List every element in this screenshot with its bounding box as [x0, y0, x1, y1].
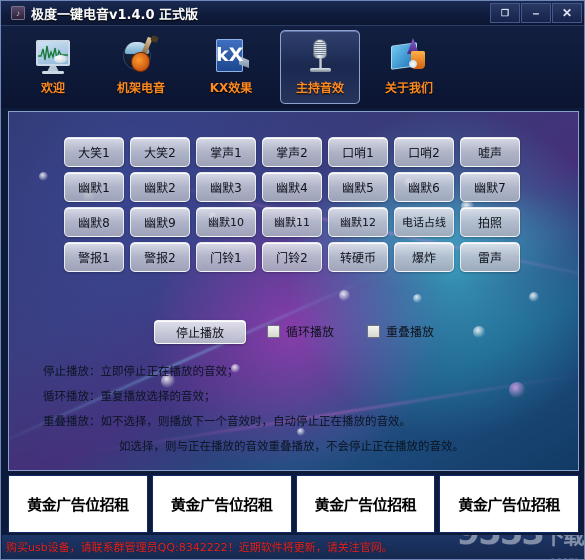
checkbox-box[interactable] — [267, 325, 280, 338]
loop-playback-checkbox[interactable]: 循环播放 — [267, 323, 334, 340]
watermark-label: 下载 — [542, 535, 584, 550]
overlap-playback-label: 重叠播放 — [386, 325, 435, 339]
sound-button[interactable]: 幽默9 — [130, 207, 190, 237]
application-window: ♪ 极度一键电音v1.4.0 正式版 ❐ – ✕ 欢迎 机架电音 kX KX效果… — [0, 0, 585, 560]
kx-icon: kX — [211, 36, 251, 76]
watermark-domain: •com — [549, 556, 579, 559]
sound-button[interactable]: 口哨2 — [394, 137, 454, 167]
sound-button[interactable]: 幽默12 — [328, 207, 388, 237]
ad-slot[interactable]: 黄金广告位招租 — [439, 475, 579, 533]
help-line-loop: 循环播放：重复播放选择的音效； — [43, 389, 216, 403]
ad-slot[interactable]: 黄金广告位招租 — [151, 475, 292, 533]
sound-button[interactable]: 电话占线 — [394, 207, 454, 237]
decorative-bokeh — [39, 172, 48, 181]
watermark: 9553下载 •com — [456, 535, 584, 559]
sound-button-grid: 大笑1 大笑2 掌声1 掌声2 口哨1 口哨2 嘘声 幽默1 幽默2 幽默3 幽… — [64, 137, 524, 272]
help-description: 停止播放：立即停止正在播放的音效； 循环播放：重复播放选择的音效； 重叠播放：如… — [43, 359, 563, 459]
sound-button[interactable]: 大笑1 — [64, 137, 124, 167]
help-line-overlap: 重叠播放：如不选择，则播放下一个音效时，自动停止正在播放的音效。 — [43, 414, 411, 428]
status-bar: 购买usb设备，请联系群管理员QQ:8342222！近期软件将更新，请关注官网。… — [2, 535, 584, 559]
main-toolbar: 欢迎 机架电音 kX KX效果 主持音效 关于我们 — [1, 26, 584, 108]
sound-button[interactable]: 爆炸 — [394, 242, 454, 272]
sound-button[interactable]: 门铃1 — [196, 242, 256, 272]
toolbar-item-host-effects[interactable]: 主持音效 — [280, 30, 360, 104]
toolbar-item-welcome[interactable]: 欢迎 — [13, 30, 93, 104]
sound-button[interactable]: 幽默8 — [64, 207, 124, 237]
watermark-number: 9553 — [456, 535, 545, 553]
sound-button[interactable]: 掌声2 — [262, 137, 322, 167]
sound-button[interactable]: 雷声 — [460, 242, 520, 272]
microphone-icon — [300, 36, 340, 76]
checkbox-box[interactable] — [367, 325, 380, 338]
toolbar-item-label: 主持音效 — [295, 81, 344, 95]
sound-button[interactable]: 大笑2 — [130, 137, 190, 167]
toolbar-item-about[interactable]: 关于我们 — [369, 30, 449, 104]
advertisement-strip: 黄金广告位招租 黄金广告位招租 黄金广告位招租 黄金广告位招租 — [8, 475, 579, 533]
sound-button[interactable]: 口哨1 — [328, 137, 388, 167]
sound-button[interactable]: 幽默3 — [196, 172, 256, 202]
help-line-stop: 停止播放：立即停止正在播放的音效； — [43, 364, 239, 378]
overlap-playback-checkbox[interactable]: 重叠播放 — [367, 323, 434, 340]
monitor-waveform-icon — [33, 36, 73, 76]
sound-effects-panel: 大笑1 大笑2 掌声1 掌声2 口哨1 口哨2 嘘声 幽默1 幽默2 幽默3 幽… — [8, 111, 579, 471]
sound-button[interactable]: 幽默5 — [328, 172, 388, 202]
close-button[interactable]: ✕ — [552, 3, 582, 23]
toolbar-item-label: 机架电音 — [116, 81, 165, 95]
sound-button[interactable]: 幽默7 — [460, 172, 520, 202]
restore-button[interactable]: ❐ — [490, 3, 520, 23]
playback-controls: 停止播放 循环播放 重叠播放 — [64, 320, 524, 346]
app-icon: ♪ — [11, 6, 25, 20]
ad-slot[interactable]: 黄金广告位招租 — [295, 475, 436, 533]
toolbar-item-label: 关于我们 — [384, 81, 433, 95]
help-line-overlap-cont: 如选择，则与正在播放的音效重叠播放，不会停止正在播放的音效。 — [119, 439, 464, 453]
guitar-icon — [121, 34, 161, 76]
mouse-cursor-icon — [54, 55, 67, 63]
window-title: 极度一键电音v1.4.0 正式版 — [31, 8, 199, 23]
sound-button[interactable]: 幽默1 — [64, 172, 124, 202]
sound-button[interactable]: 警报2 — [130, 242, 190, 272]
toolbar-item-label: 欢迎 — [40, 81, 65, 95]
sound-button[interactable]: 幽默2 — [130, 172, 190, 202]
sound-button[interactable]: 门铃2 — [262, 242, 322, 272]
decorative-bokeh — [529, 292, 539, 302]
status-message: 购买usb设备，请联系群管理员QQ:8342222！近期软件将更新，请关注官网。 — [6, 541, 393, 554]
sound-button[interactable]: 掌声1 — [196, 137, 256, 167]
sound-button[interactable]: 幽默10 — [196, 207, 256, 237]
decorative-bokeh — [413, 294, 422, 303]
stop-playback-button[interactable]: 停止播放 — [154, 320, 246, 344]
sound-button[interactable]: 幽默11 — [262, 207, 322, 237]
ad-slot[interactable]: 黄金广告位招租 — [8, 475, 148, 533]
window-controls: ❐ – ✕ — [489, 3, 582, 23]
sound-button[interactable]: 拍照 — [460, 207, 520, 237]
sound-button[interactable]: 转硬币 — [328, 242, 388, 272]
toolbar-item-kx[interactable]: kX KX效果 — [191, 30, 271, 104]
sound-button[interactable]: 幽默4 — [262, 172, 322, 202]
sound-button[interactable]: 嘘声 — [460, 137, 520, 167]
minimize-button[interactable]: – — [521, 3, 551, 23]
about-folder-icon — [389, 36, 429, 76]
sound-button[interactable]: 幽默6 — [394, 172, 454, 202]
decorative-bokeh — [339, 290, 350, 301]
loop-playback-label: 循环播放 — [286, 325, 335, 339]
toolbar-item-rack[interactable]: 机架电音 — [101, 30, 181, 104]
toolbar-item-label: KX效果 — [209, 81, 253, 95]
title-bar: ♪ 极度一键电音v1.4.0 正式版 ❐ – ✕ — [1, 1, 584, 26]
sound-button[interactable]: 警报1 — [64, 242, 124, 272]
